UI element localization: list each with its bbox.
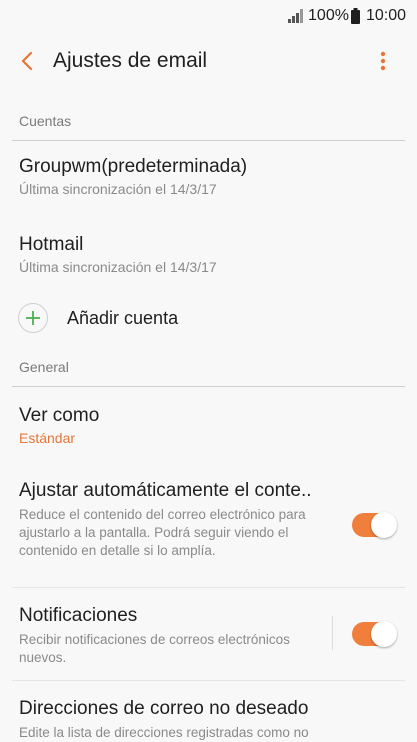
battery-percent: 100% (308, 7, 349, 24)
auto-fit-title: Ajustar automáticamente el conte.. (19, 480, 312, 501)
add-account-label: Añadir cuenta (67, 307, 179, 328)
setting-view-as[interactable]: Ver como Estándar (0, 387, 417, 474)
app-bar: Ajustes de email (0, 32, 417, 90)
more-options-button[interactable] (363, 37, 403, 85)
battery-icon (350, 8, 360, 24)
section-header-accounts: Cuentas (19, 113, 72, 129)
more-vertical-icon (380, 51, 386, 71)
account-sync-status: Última sincronización el 14/3/17 (19, 259, 217, 275)
toggle-knob (371, 512, 397, 538)
status-bar: 100% 10:00 (0, 0, 417, 32)
setting-spam-addresses[interactable]: Direcciones de correo no deseado Edite l… (0, 681, 417, 742)
setting-notifications[interactable]: Notificaciones Recibir notificaciones de… (0, 588, 417, 680)
view-as-title: Ver como (19, 405, 100, 426)
plus-icon (18, 303, 48, 333)
notifications-title: Notificaciones (19, 605, 138, 626)
back-button[interactable] (3, 37, 51, 85)
add-account-button[interactable]: Añadir cuenta (0, 290, 417, 346)
account-item-hotmail[interactable]: Hotmail Última sincronización el 14/3/17 (0, 220, 417, 297)
account-title: Hotmail (19, 234, 84, 255)
auto-fit-toggle[interactable] (352, 512, 397, 538)
account-sync-status: Última sincronización el 14/3/17 (19, 181, 217, 197)
vertical-separator (332, 616, 333, 650)
spam-description: Edite la lista de direcciones registrada… (19, 725, 309, 740)
auto-fit-description: Reduce el contenido del correo electróni… (19, 507, 306, 558)
chevron-left-icon (21, 51, 33, 71)
account-title: Groupwm(predeterminada) (19, 156, 248, 177)
account-item-groupwm[interactable]: Groupwm(predeterminada) Última sincroniz… (0, 141, 417, 220)
page-title: Ajustes de email (53, 49, 208, 72)
clock: 10:00 (365, 7, 406, 24)
setting-auto-fit[interactable]: Ajustar automáticamente el conte.. Reduc… (0, 474, 417, 587)
signal-icon (288, 9, 304, 23)
view-as-value: Estándar (19, 430, 76, 446)
toggle-knob (371, 621, 397, 647)
notifications-description: Recibir notificaciones de correos electr… (19, 632, 290, 665)
spam-title: Direcciones de correo no deseado (19, 698, 309, 719)
notifications-toggle[interactable] (352, 621, 397, 647)
section-header-general: General (19, 359, 69, 375)
